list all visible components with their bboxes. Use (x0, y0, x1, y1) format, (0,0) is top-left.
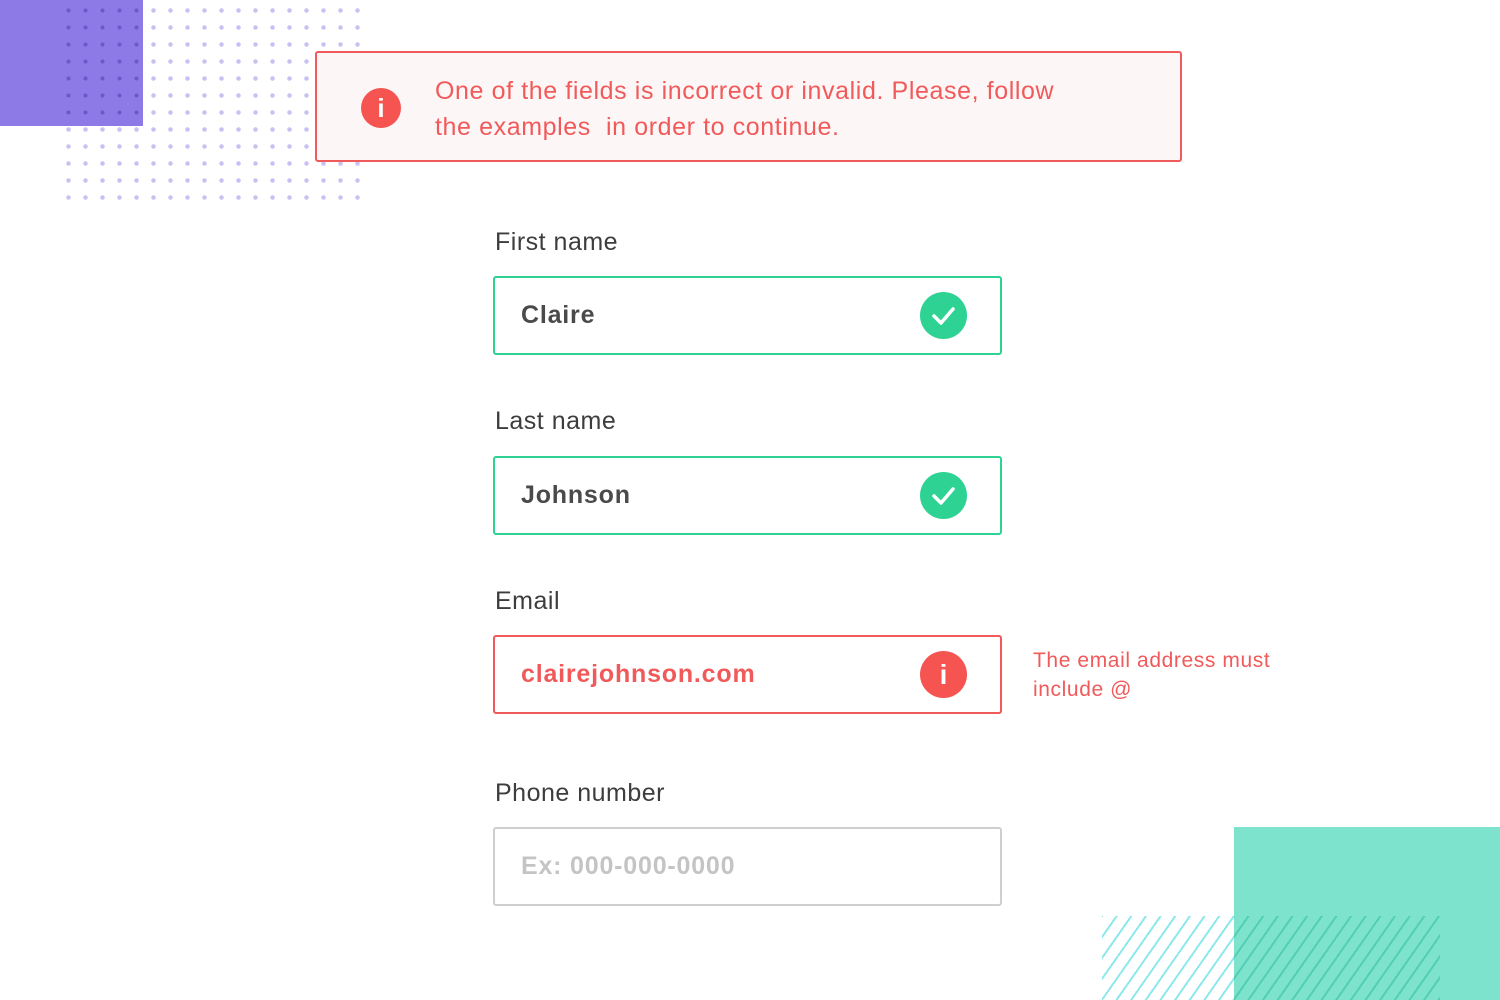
phone-field[interactable] (493, 827, 1002, 906)
info-icon: i (361, 88, 401, 128)
last-name-input[interactable] (521, 458, 901, 533)
check-icon (920, 472, 967, 519)
first-name-field[interactable] (493, 276, 1002, 355)
email-error-hint: The email address must include @ (1033, 649, 1271, 701)
last-name-label: Last name (495, 407, 617, 435)
info-icon: i (920, 651, 967, 698)
error-banner-message: One of the fields is incorrect or invali… (435, 77, 1055, 141)
decor-dot-pattern-dark (60, 0, 143, 126)
email-input[interactable] (521, 637, 901, 712)
error-banner: i One of the fields is incorrect or inva… (315, 51, 1182, 162)
phone-label: Phone number (495, 779, 666, 807)
email-field[interactable]: i (493, 635, 1002, 714)
email-label: Email (495, 587, 561, 615)
decor-hatch-pattern-dark (1234, 916, 1440, 1000)
last-name-field[interactable] (493, 456, 1002, 535)
first-name-label: First name (495, 228, 619, 256)
check-icon (920, 292, 967, 339)
phone-input[interactable] (521, 829, 901, 904)
first-name-input[interactable] (521, 278, 901, 353)
